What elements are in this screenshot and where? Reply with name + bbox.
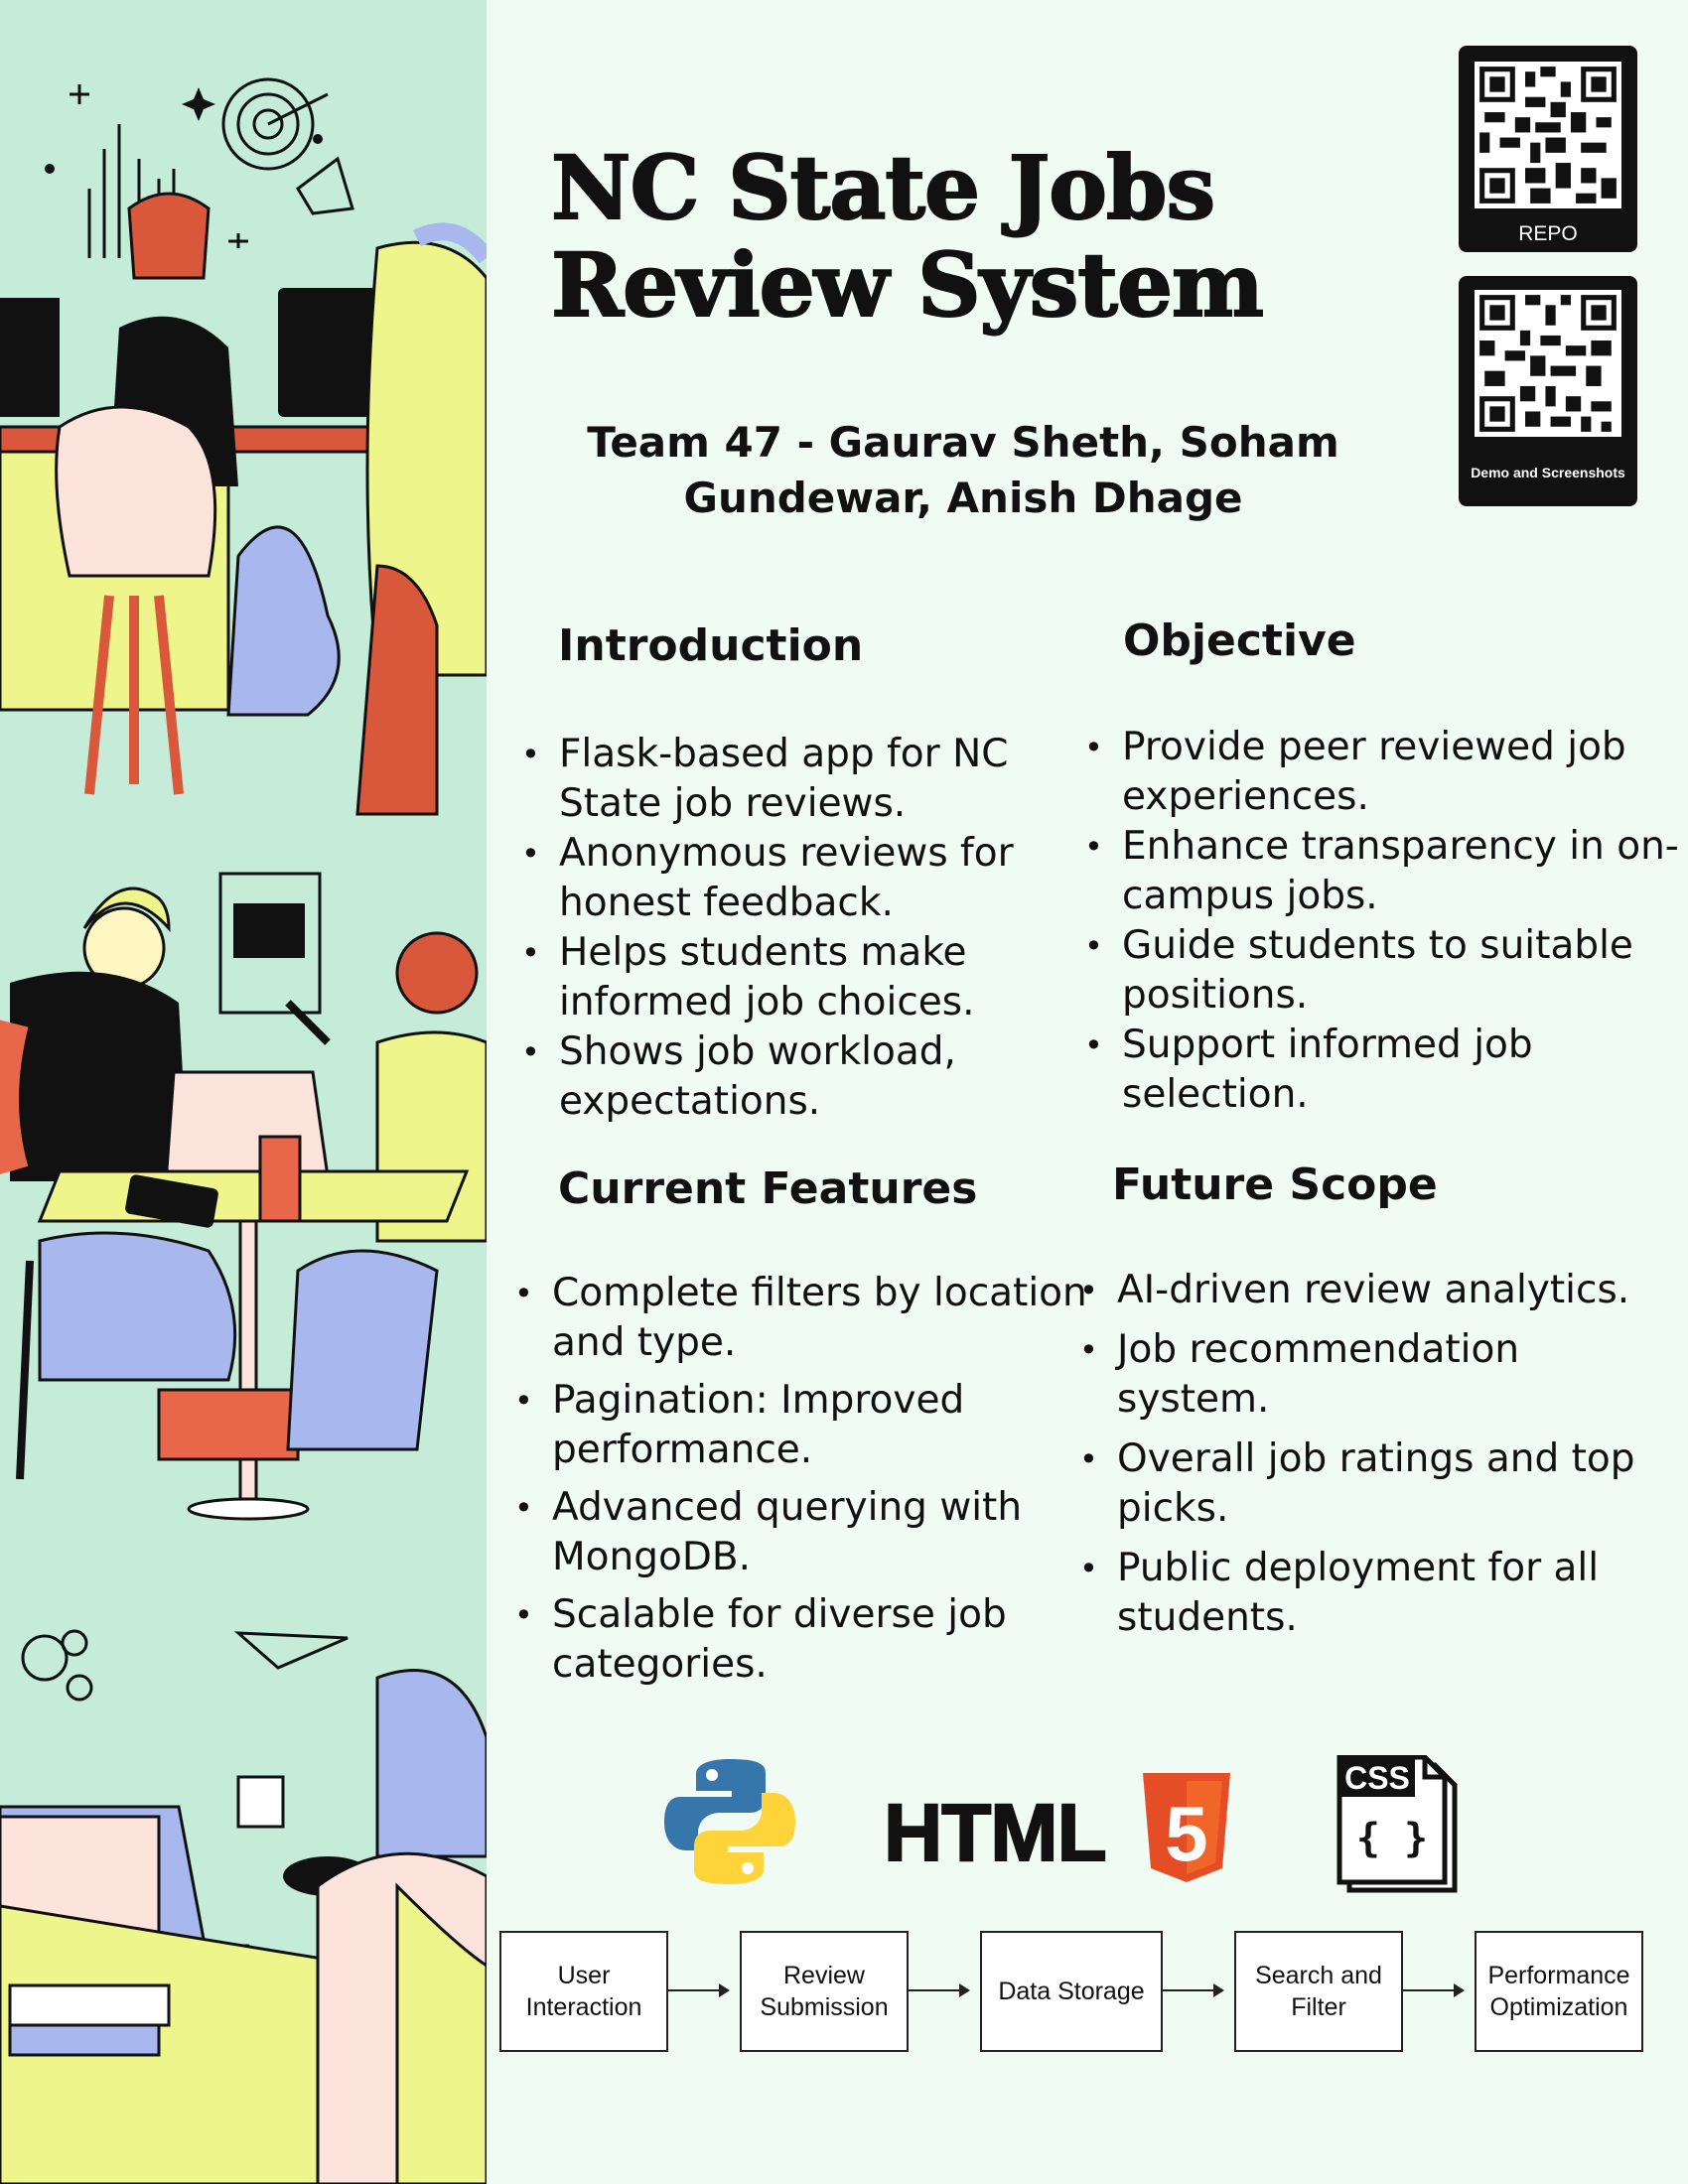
list-item: AI-driven review analytics.	[1079, 1266, 1673, 1315]
current-features-heading: Current Features	[558, 1163, 978, 1214]
list-item: Flask-based app for NC State job reviews…	[521, 730, 1095, 829]
repo-qr-caption: REPO	[1518, 222, 1578, 245]
html5-badge-number: 5	[1165, 1790, 1207, 1877]
introduction-list: Flask-based app for NC State job reviews…	[511, 730, 1095, 1127]
demo-qr-caption: Demo and Screenshots	[1471, 465, 1625, 480]
flow-step-review-submission: Review Submission	[740, 1931, 909, 2052]
poster-content: NC State Jobs Review System Team 47 - Ga…	[487, 0, 1688, 2184]
flow-arrow-icon	[668, 1983, 730, 1997]
css-braces-text: { }	[1356, 1816, 1428, 1861]
repo-qr-card[interactable]: REPO	[1459, 46, 1637, 252]
current-features-list: Complete filters by location and type. P…	[504, 1269, 1108, 1690]
introduction-heading: Introduction	[558, 620, 864, 671]
list-item: Advanced querying with MongoDB.	[514, 1483, 1108, 1582]
title-line-2: Review System	[550, 233, 1265, 337]
css-logo-text: CSS	[1344, 1760, 1410, 1796]
office-illustration	[0, 77, 487, 2184]
list-item: Guide students to suitable positions.	[1084, 921, 1688, 1021]
html-logo-text: HTML	[883, 1787, 1108, 1879]
objective-list: Provide peer reviewed job experiences. E…	[1074, 723, 1688, 1120]
flow-arrow-icon	[909, 1983, 970, 1997]
css-file-icon: CSS { }	[1336, 1755, 1458, 1893]
list-item: Helps students make informed job choices…	[521, 928, 1095, 1027]
demo-qr-code-icon	[1475, 290, 1621, 437]
list-item: Anonymous reviews for honest feedback.	[521, 829, 1095, 928]
list-item: Job recommendation system.	[1079, 1325, 1673, 1425]
list-item: Public deployment for all students.	[1079, 1544, 1673, 1643]
flow-arrow-icon	[1403, 1983, 1465, 1997]
title-line-1: NC State Jobs	[550, 136, 1216, 239]
list-item: Support informed job selection.	[1084, 1021, 1688, 1120]
flow-step-search-and-filter: Search and Filter	[1234, 1931, 1403, 2052]
flow-arrow-icon	[1163, 1983, 1224, 1997]
page-title: NC State Jobs Review System	[550, 136, 1265, 337]
flow-step-user-interaction: User Interaction	[499, 1931, 668, 2052]
list-item: Pagination: Improved performance.	[514, 1376, 1108, 1475]
flow-step-data-storage: Data Storage	[980, 1931, 1163, 2052]
repo-qr-code-icon	[1475, 62, 1621, 208]
list-item: Enhance transparency in on-campus jobs.	[1084, 822, 1688, 921]
list-item: Overall job ratings and top picks.	[1079, 1434, 1673, 1534]
team-members: Team 47 - Gaurav Sheth, Soham Gundewar, …	[587, 418, 1339, 522]
future-scope-list: AI-driven review analytics. Job recommen…	[1069, 1266, 1673, 1643]
list-item: Provide peer reviewed job experiences.	[1084, 723, 1688, 822]
future-scope-heading: Future Scope	[1112, 1160, 1438, 1210]
list-item: Shows job workload, expectations.	[521, 1027, 1095, 1127]
demo-qr-card[interactable]: Demo and Screenshots	[1459, 276, 1637, 506]
illustration-panel	[0, 0, 487, 2184]
python-logo-icon	[664, 1759, 795, 1884]
list-item: Scalable for diverse job categories.	[514, 1590, 1108, 1690]
list-item: Complete filters by location and type.	[514, 1269, 1108, 1368]
flow-step-performance-optimization: Performance Optimization	[1475, 1931, 1643, 2052]
objective-heading: Objective	[1123, 615, 1356, 666]
html5-badge-icon: 5	[1143, 1773, 1230, 1882]
